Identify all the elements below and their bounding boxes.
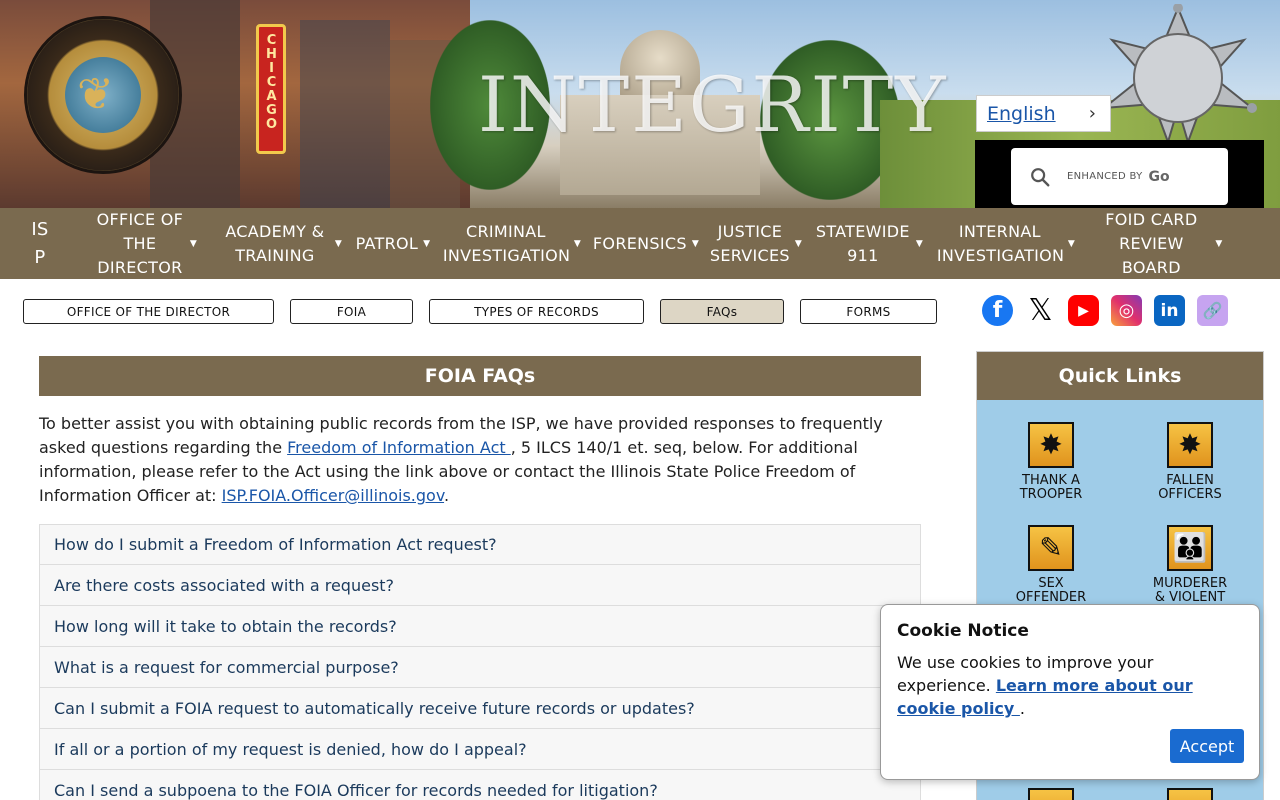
x-icon[interactable]: 𝕏 — [1025, 293, 1056, 328]
chicago-theatre-sign: CHICAGO — [256, 24, 286, 154]
nav-justice-services[interactable]: JUSTICE SERVICES ▼ — [704, 208, 808, 279]
faq-item[interactable]: What is a request for commercial purpose… — [39, 647, 921, 688]
cookie-notice: Cookie Notice We use cookies to improve … — [880, 604, 1260, 780]
youtube-icon[interactable]: ▶ — [1068, 295, 1099, 326]
nav-foid-card-review-board[interactable]: FOID CARD REVIEW BOARD ▼ — [1082, 208, 1242, 279]
search-input[interactable]: ENHANCED BY Go — [1011, 148, 1228, 205]
language-label: English — [987, 102, 1056, 125]
quick-links-title: Quick Links — [977, 352, 1263, 400]
quick-link-icon[interactable] — [1028, 788, 1074, 800]
quick-link-thank-a-trooper[interactable]: ✸ THANK A TROOPER — [996, 422, 1106, 502]
subnav-foia[interactable]: FOIA — [290, 299, 413, 324]
foia-officer-email-link[interactable]: ISP.FOIA.Officer@illinois.gov — [222, 486, 444, 505]
faq-item[interactable]: How do I submit a Freedom of Information… — [39, 524, 921, 565]
faq-item[interactable]: Can I submit a FOIA request to automatic… — [39, 688, 921, 729]
chevron-right-icon: › — [1088, 103, 1096, 124]
main-navigation: IS P OFFICE OF THE DIRECTOR ▼ ACADEMY & T… — [0, 208, 1280, 279]
caret-down-icon: ▼ — [334, 238, 343, 249]
trooper-badge-logo — [1092, 3, 1264, 146]
nav-internal-investigation[interactable]: INTERNAL INVESTIGATION ▼ — [930, 208, 1082, 279]
subnav-faqs[interactable]: FAQs — [660, 299, 784, 324]
caret-down-icon: ▼ — [189, 238, 198, 249]
quick-link-fallen-officers[interactable]: ✸ FALLEN OFFICERS — [1135, 422, 1245, 502]
nav-academy-training[interactable]: ACADEMY & TRAINING ▼ — [212, 208, 350, 279]
chicago-sign-text: CHICAGO — [264, 33, 279, 131]
caret-down-icon: ▼ — [423, 238, 431, 249]
caret-down-icon: ▼ — [794, 238, 803, 249]
caret-down-icon: ▼ — [691, 238, 700, 249]
caret-down-icon: ▼ — [573, 238, 582, 249]
link-icon[interactable]: 🔗 — [1197, 295, 1228, 326]
page-title: FOIA FAQs — [39, 356, 921, 396]
linkedin-icon[interactable]: in — [1154, 295, 1185, 326]
search-enhanced-by: ENHANCED BY — [1067, 171, 1143, 182]
accept-cookies-button[interactable]: Accept — [1170, 729, 1244, 763]
cookie-notice-body: We use cookies to improve your experienc… — [897, 653, 1193, 718]
header-banner: CHICAGO INTEGRITY ❦ English › ENHANCED B… — [0, 0, 1280, 208]
caret-down-icon: ▼ — [915, 238, 924, 249]
subnav-forms[interactable]: FORMS — [800, 299, 937, 324]
language-selector[interactable]: English › — [976, 95, 1111, 132]
eagle-icon: ❦ — [77, 69, 114, 120]
subnav-office-of-the-director[interactable]: OFFICE OF THE DIRECTOR — [23, 299, 274, 324]
search-bar-container: ENHANCED BY Go — [975, 140, 1264, 208]
intro-paragraph: To better assist you with obtaining publ… — [39, 414, 883, 505]
subnav-types-of-records[interactable]: TYPES OF RECORDS — [429, 299, 644, 324]
nav-patrol[interactable]: PATROL ▼ — [350, 208, 436, 279]
banner-word: INTEGRITY — [478, 60, 948, 149]
nav-forensics[interactable]: FORENSICS ▼ — [588, 208, 704, 279]
cookie-notice-title: Cookie Notice — [897, 621, 1029, 641]
faq-item[interactable]: If all or a portion of my request is den… — [39, 729, 921, 770]
faq-item[interactable]: Are there costs associated with a reques… — [39, 565, 921, 606]
search-icon — [1031, 167, 1050, 186]
star-badge-icon: ✸ — [1028, 422, 1074, 468]
faq-item[interactable]: How long will it take to obtain the reco… — [39, 606, 921, 647]
faq-accordion: How do I submit a Freedom of Information… — [39, 524, 921, 800]
quick-link-icon[interactable] — [1167, 788, 1213, 800]
google-brand: Go — [1148, 168, 1170, 185]
registry-icon: ✎ — [1028, 525, 1074, 571]
caret-down-icon: ▼ — [1067, 238, 1076, 249]
nav-criminal-investigation[interactable]: CRIMINAL INVESTIGATION ▼ — [436, 208, 588, 279]
isp-seal-logo[interactable]: ❦ — [24, 16, 182, 174]
nav-office-of-the-director[interactable]: OFFICE OF THE DIRECTOR ▼ — [80, 208, 212, 279]
faq-item[interactable]: Can I send a subpoena to the FOIA Office… — [39, 770, 921, 800]
nav-statewide-911[interactable]: STATEWIDE 911 ▼ — [808, 208, 930, 279]
quick-link-murderer-violent[interactable]: 👪 MURDERER & VIOLENT — [1135, 525, 1245, 605]
caret-down-icon: ▼ — [1215, 238, 1223, 249]
facebook-icon[interactable]: f — [982, 295, 1013, 326]
foia-act-link[interactable]: Freedom of Information Act — [287, 438, 511, 457]
instagram-icon[interactable]: ◎ — [1111, 295, 1142, 326]
nav-isp-home[interactable]: IS P — [0, 208, 80, 279]
quick-link-sex-offender[interactable]: ✎ SEX OFFENDER — [996, 525, 1106, 605]
mourning-badge-icon: ✸ — [1167, 422, 1213, 468]
family-icon: 👪 — [1167, 525, 1213, 571]
